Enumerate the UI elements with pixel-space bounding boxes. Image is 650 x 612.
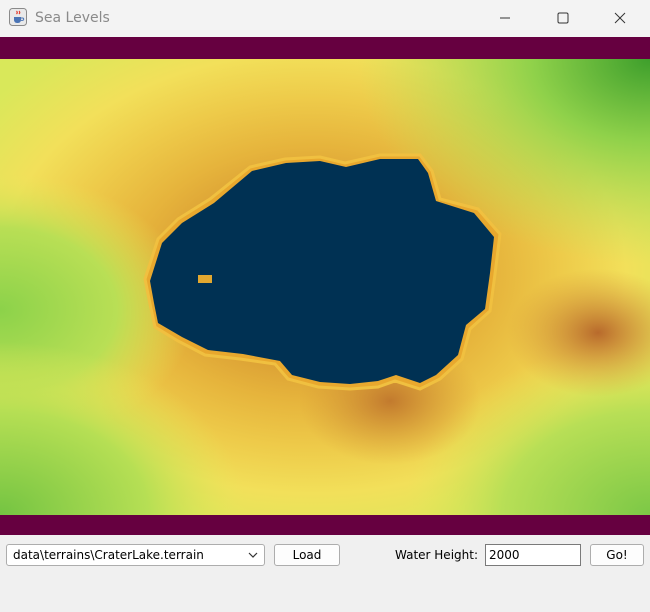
load-button[interactable]: Load — [274, 544, 340, 566]
window-title: Sea Levels — [35, 10, 110, 26]
java-cup-icon — [9, 8, 27, 26]
terrain-render — [0, 59, 650, 515]
terrain-file-value: data\terrains\CraterLake.terrain — [13, 548, 204, 562]
map-canvas[interactable] — [0, 37, 650, 535]
water-height-label: Water Height: — [395, 548, 478, 562]
maximize-icon — [557, 12, 569, 24]
terrain-file-dropdown[interactable]: data\terrains\CraterLake.terrain — [6, 544, 265, 566]
minimize-icon — [500, 17, 510, 19]
water-height-input[interactable] — [485, 544, 581, 566]
chevron-down-icon — [248, 552, 258, 558]
maximize-button[interactable] — [535, 0, 593, 37]
go-button[interactable]: Go! — [590, 544, 644, 566]
minimize-button[interactable] — [477, 0, 535, 37]
title-bar[interactable]: Sea Levels — [0, 0, 650, 37]
app-window: Sea Levels data\terrains\CraterLake.terr… — [0, 0, 650, 612]
terrain-map[interactable] — [0, 59, 650, 515]
close-icon — [614, 12, 626, 24]
close-button[interactable] — [592, 0, 650, 37]
